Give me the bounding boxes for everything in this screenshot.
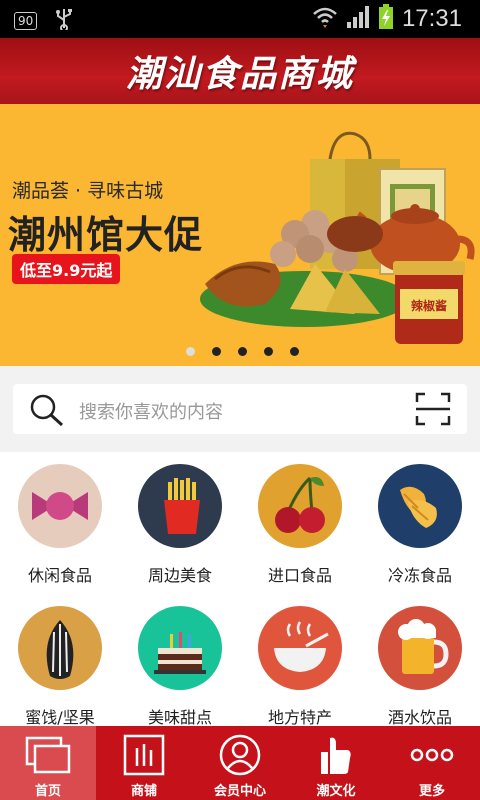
more-icon: [410, 734, 454, 776]
category-label: 地方特产: [267, 708, 332, 727]
banner-subtitle: 潮品荟 · 寻味古城: [12, 180, 164, 202]
banner-pagination: [0, 347, 480, 356]
tab-label: 会员中心: [213, 784, 266, 799]
user-icon: [219, 734, 261, 776]
app-header: 潮汕食品商城: [0, 38, 480, 104]
category-label: 冷冻食品: [387, 566, 452, 585]
status-bar: 90 17:31: [0, 0, 480, 38]
tab-label: 商铺: [130, 784, 157, 799]
category-label: 美味甜点: [147, 708, 212, 727]
banner-dot[interactable]: [237, 347, 247, 356]
signal-icon: [346, 5, 370, 33]
home-icon: [25, 734, 71, 776]
fries-icon: [138, 464, 222, 548]
tab-member-center[interactable]: 会员中心: [192, 726, 288, 800]
banner-dot[interactable]: [185, 347, 195, 356]
category-item-specialty[interactable]: 地方特产: [240, 606, 360, 728]
category-item-frozen[interactable]: 冷冻食品: [360, 464, 480, 586]
category-label: 酒水饮品: [387, 708, 452, 727]
banner-price-tag: 低至9.9元起: [12, 254, 121, 284]
usb-icon: [55, 8, 73, 34]
category-label: 休闲食品: [27, 566, 92, 585]
category-item-local-food[interactable]: 周边美食: [120, 464, 240, 586]
wifi-icon: [312, 6, 338, 32]
battery-charging-icon: [378, 4, 394, 34]
category-item-snacks[interactable]: 休闲食品: [0, 464, 120, 586]
thumbs-up-icon: [318, 734, 354, 776]
scan-icon[interactable]: [415, 392, 451, 430]
search-section: 搜索你喜欢的内容: [0, 366, 480, 452]
tab-label: 首页: [34, 784, 61, 799]
status-clock: 17:31: [401, 5, 462, 32]
category-label: 周边美食: [147, 566, 212, 585]
banner-headline: 潮州馆大促: [8, 213, 204, 257]
page-title: 潮汕食品商城: [125, 54, 354, 95]
tab-shop[interactable]: 商铺: [96, 726, 192, 800]
category-item-imported[interactable]: 进口食品: [240, 464, 360, 586]
category-grid: 休闲食品 周边美食 进口食品 冷冻食品 蜜饯/坚果 美味甜点 地方特产 酒水饮品: [0, 452, 480, 728]
category-label: 蜜饯/坚果: [25, 708, 95, 727]
food-product-illustration: 辣椒酱: [200, 131, 475, 344]
sunflower-seed-icon: [18, 606, 102, 690]
category-item-drinks[interactable]: 酒水饮品: [360, 606, 480, 728]
tab-culture[interactable]: 潮文化: [288, 726, 384, 800]
search-input[interactable]: 搜索你喜欢的内容: [79, 398, 223, 424]
beer-icon: [378, 606, 462, 690]
banner-dot[interactable]: [211, 347, 221, 356]
promo-banner[interactable]: 潮品荟 · 寻味古城 潮州馆大促 低至9.9元起 辣椒酱: [0, 104, 480, 366]
banner-dot[interactable]: [289, 347, 299, 356]
tab-home[interactable]: 首页: [0, 726, 96, 800]
chicken-wings-icon: [378, 464, 462, 548]
category-item-nuts[interactable]: 蜜饯/坚果: [0, 606, 120, 728]
search-bar[interactable]: 搜索你喜欢的内容: [13, 384, 467, 434]
category-label: 进口食品: [267, 566, 332, 585]
shop-icon: [123, 734, 165, 776]
bowl-icon: [258, 606, 342, 690]
jar-label: 辣椒酱: [411, 298, 447, 313]
category-item-desserts[interactable]: 美味甜点: [120, 606, 240, 728]
banner-dot[interactable]: [263, 347, 273, 356]
tab-more[interactable]: 更多: [384, 726, 480, 800]
tab-label: 更多: [418, 784, 445, 799]
candy-icon: [18, 464, 102, 548]
tab-label: 潮文化: [316, 784, 356, 799]
battery-percent-badge: 90: [14, 12, 38, 30]
cake-icon: [138, 606, 222, 690]
cherry-icon: [258, 464, 342, 548]
bottom-tab-bar: 首页 商铺 会员中心 潮文化 更多: [0, 726, 480, 800]
search-icon[interactable]: [29, 393, 65, 431]
